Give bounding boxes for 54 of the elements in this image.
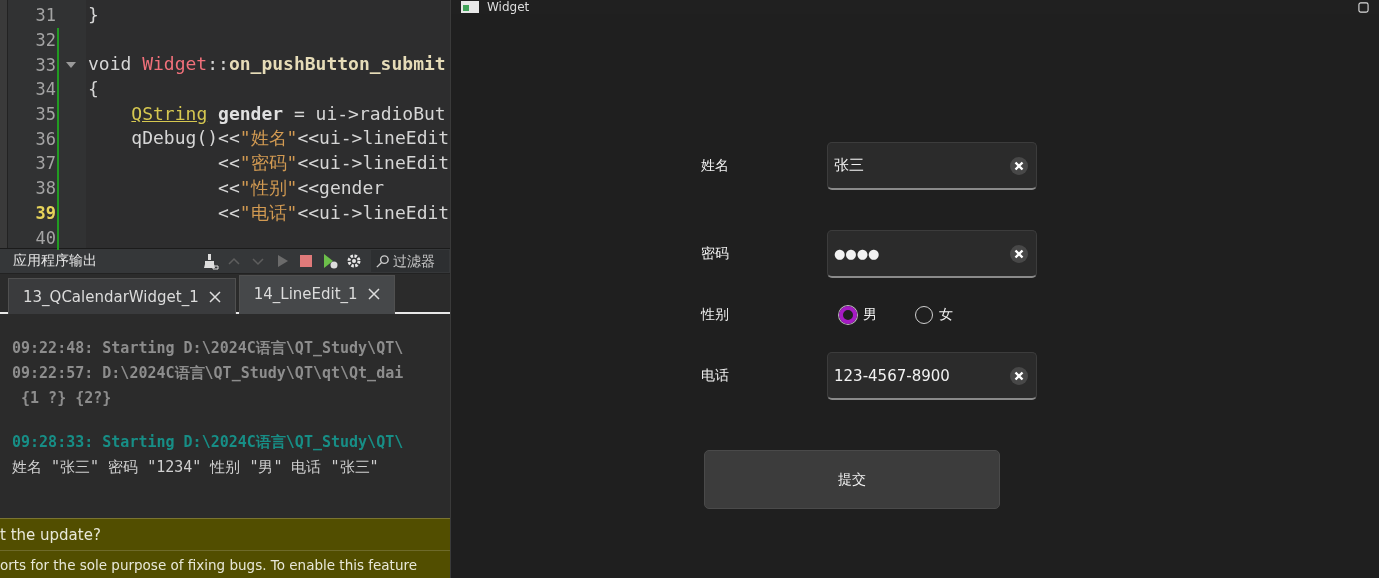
output-line: 09:22:48: Starting D:\2024C语言\QT_Study\QT\	[12, 338, 405, 359]
line-number: 40	[34, 227, 56, 248]
window-title: Widget	[487, 0, 530, 14]
clean-brush-icon[interactable]	[201, 252, 219, 270]
stop-icon[interactable]	[297, 252, 315, 270]
line-number: 37	[34, 153, 56, 174]
line-number: 35	[34, 104, 56, 125]
clear-icon[interactable]	[1010, 156, 1028, 175]
code-line: <<"性别"<<gender	[217, 175, 386, 200]
output-line: {1 ?} {2?}	[20, 388, 113, 409]
output-line: 姓名 "张三" 密码 "1234" 性别 "男" 电话 "张三"	[12, 457, 380, 478]
code-line: }	[87, 3, 100, 27]
field-label: 密码	[701, 245, 730, 263]
line-number: 34	[34, 79, 56, 100]
code-line: {	[87, 77, 100, 102]
code-line: qDebug()<<"姓名"<<ui->lineEdit	[130, 126, 450, 151]
gender-radio[interactable]: 女	[915, 306, 953, 324]
output-line: 09:28:33: Starting D:\2024C语言\QT_Study\QT\	[12, 432, 405, 453]
filter-field[interactable]: 过滤器	[371, 250, 449, 272]
radio-circle[interactable]	[839, 306, 857, 324]
code-line: QString gender = ui->radioBut	[130, 101, 447, 126]
line-number: 38	[34, 178, 56, 199]
output-tab[interactable]: 13_QCalendarWidget_1	[8, 278, 236, 314]
field-label: 性别	[701, 306, 730, 324]
search-icon	[375, 253, 390, 269]
field-label: 电话	[701, 367, 730, 385]
field-label: 姓名	[701, 157, 730, 175]
panel-title: 应用程序输出	[13, 252, 98, 270]
gender-radio[interactable]: 男	[839, 306, 877, 324]
code-line: <<"电话"<<ui->lineEdit	[217, 200, 450, 225]
close-icon[interactable]	[208, 290, 221, 303]
app-icon	[461, 1, 479, 13]
notification-message: orts for the sole purpose of fixing bugs. To enable this feature	[0, 555, 418, 575]
clear-icon[interactable]	[1010, 244, 1028, 263]
code-line: <<"密码"<<ui->lineEdit	[217, 151, 450, 176]
clear-icon[interactable]	[1010, 366, 1028, 385]
line-number: 31	[34, 5, 56, 26]
line-number: 32	[34, 30, 56, 51]
input-field[interactable]: 张三	[827, 142, 1037, 190]
output-line: 09:22:57: D:\2024C语言\QT_Study\QT\qt\Qt_dai	[12, 363, 405, 384]
submit-button[interactable]: 提交	[704, 450, 1000, 509]
input-field[interactable]: 123-4567-8900	[827, 352, 1037, 400]
maximize-icon[interactable]	[1358, 1, 1369, 13]
settings-icon[interactable]	[345, 252, 363, 270]
notification-question: t the update?	[0, 519, 450, 551]
line-number: 33	[34, 54, 56, 75]
line-number: 39	[34, 202, 56, 223]
password-field[interactable]: ●●●●	[827, 230, 1037, 278]
output-tab[interactable]: 14_LineEdit_1	[238, 275, 395, 314]
fold-arrow-icon[interactable]	[66, 60, 76, 69]
run-debug-icon[interactable]	[321, 252, 339, 270]
close-icon[interactable]	[367, 288, 380, 300]
code-line: void Widget::on_pushButton_submit	[87, 52, 447, 77]
line-number: 36	[34, 128, 56, 149]
